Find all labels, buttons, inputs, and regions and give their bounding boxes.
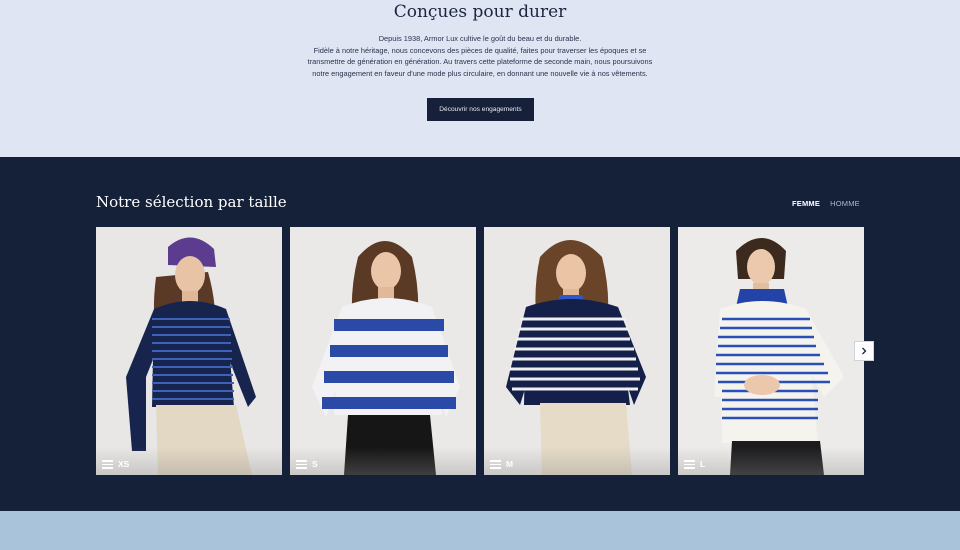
size-card-l[interactable]: L bbox=[678, 227, 864, 475]
size-card-xs[interactable]: XS bbox=[96, 227, 282, 475]
carousel-next-button[interactable] bbox=[854, 341, 874, 361]
size-label: M bbox=[490, 459, 513, 469]
menu-icon bbox=[102, 460, 113, 469]
gender-tabs: FEMME HOMME bbox=[792, 199, 860, 208]
tab-femme[interactable]: FEMME bbox=[792, 199, 820, 208]
menu-icon bbox=[490, 460, 501, 469]
menu-icon bbox=[296, 460, 307, 469]
tab-homme[interactable]: HOMME bbox=[830, 199, 860, 208]
chevron-right-icon bbox=[862, 347, 867, 355]
size-label: L bbox=[684, 459, 705, 469]
product-photo bbox=[290, 227, 476, 475]
size-card-s[interactable]: S bbox=[290, 227, 476, 475]
size-selection-section: Notre sélection par taille FEMME HOMME X… bbox=[0, 157, 960, 511]
size-label: S bbox=[296, 459, 318, 469]
hero-title: Conçues pour durer bbox=[393, 2, 567, 22]
size-card-m[interactable]: M bbox=[484, 227, 670, 475]
next-section-strip bbox=[0, 511, 960, 550]
size-text: S bbox=[312, 459, 318, 469]
product-photo bbox=[96, 227, 282, 475]
card-overlay bbox=[678, 447, 864, 475]
hero-section: Conçues pour durer Depuis 1938, Armor Lu… bbox=[0, 0, 960, 157]
product-photo bbox=[484, 227, 670, 475]
hero-line: transmettre de génération en génération.… bbox=[307, 57, 653, 67]
discover-commitments-button[interactable]: Découvrir nos engagements bbox=[427, 98, 534, 121]
hero-line: Depuis 1938, Armor Lux cultive le goût d… bbox=[378, 34, 582, 43]
hero-line: Fidèle à notre héritage, nous concevons … bbox=[313, 45, 647, 55]
hero-description: Depuis 1938, Armor Lux cultive le goût d… bbox=[280, 33, 680, 80]
size-label: XS bbox=[102, 459, 129, 469]
product-photo bbox=[678, 227, 864, 475]
menu-icon bbox=[684, 460, 695, 469]
size-carousel: XS S M L bbox=[96, 227, 864, 475]
size-text: XS bbox=[118, 459, 130, 469]
size-text: L bbox=[700, 459, 706, 469]
hero-line: notre engagement en faveur d'une mode pl… bbox=[312, 69, 648, 79]
size-text: M bbox=[506, 459, 514, 469]
section-title: Notre sélection par taille bbox=[96, 193, 287, 211]
